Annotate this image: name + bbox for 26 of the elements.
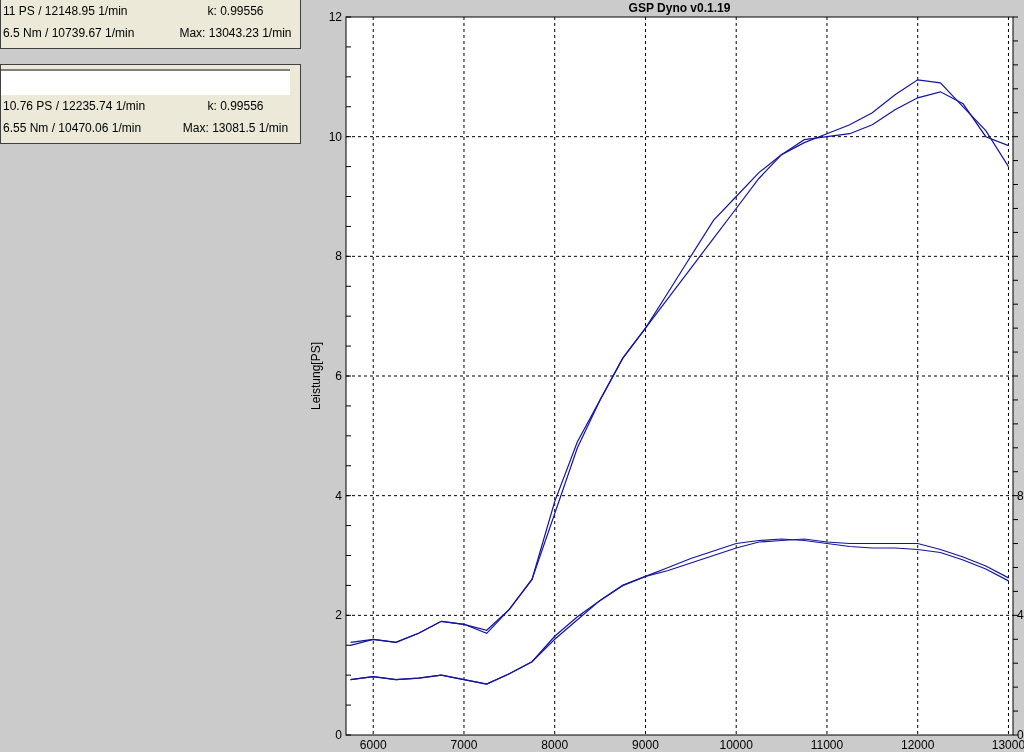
info-text: k: 0.99556 <box>206 3 265 20</box>
info-text: Max: 13043.23 1/min <box>178 25 293 42</box>
y-tick-label: 12 <box>328 10 342 24</box>
x-tick-label: 10000 <box>719 738 753 752</box>
x-tick-label: 8000 <box>541 738 569 752</box>
y-tick-label: 10 <box>328 129 342 144</box>
y-tick-label: 2 <box>335 608 342 623</box>
info-text: Max: 13081.5 1/min <box>181 120 290 137</box>
x-tick-label: 11000 <box>810 738 844 752</box>
reading-text: 6.55 Nm / 10470.06 1/min <box>2 120 143 137</box>
x-tick-label: 9000 <box>632 738 659 752</box>
x-tick-label: 12000 <box>901 738 935 752</box>
reading-text: 11 PS / 12148.95 1/min <box>2 3 129 20</box>
y-tick-label: 8 <box>335 249 342 264</box>
chart-title: GSP Dyno v0.1.19 <box>628 1 731 15</box>
reading-text: 6.5 Nm / 10739.67 1/min <box>2 25 136 42</box>
y-tick-label: 0 <box>335 728 342 742</box>
y-axis-label: Leistung[PS] <box>309 342 323 410</box>
y2-tick-label: 4 <box>1017 608 1024 623</box>
x-tick-label: 7000 <box>450 738 478 752</box>
x-tick-label: 6000 <box>359 738 387 752</box>
info-text: k: 0.99556 <box>206 98 265 115</box>
y2-tick-label: 8 <box>1017 488 1024 503</box>
y-tick-label: 6 <box>335 369 342 383</box>
y-tick-label: 4 <box>335 488 342 503</box>
reading-text: 10.76 PS / 12235.74 1/min <box>2 98 147 115</box>
